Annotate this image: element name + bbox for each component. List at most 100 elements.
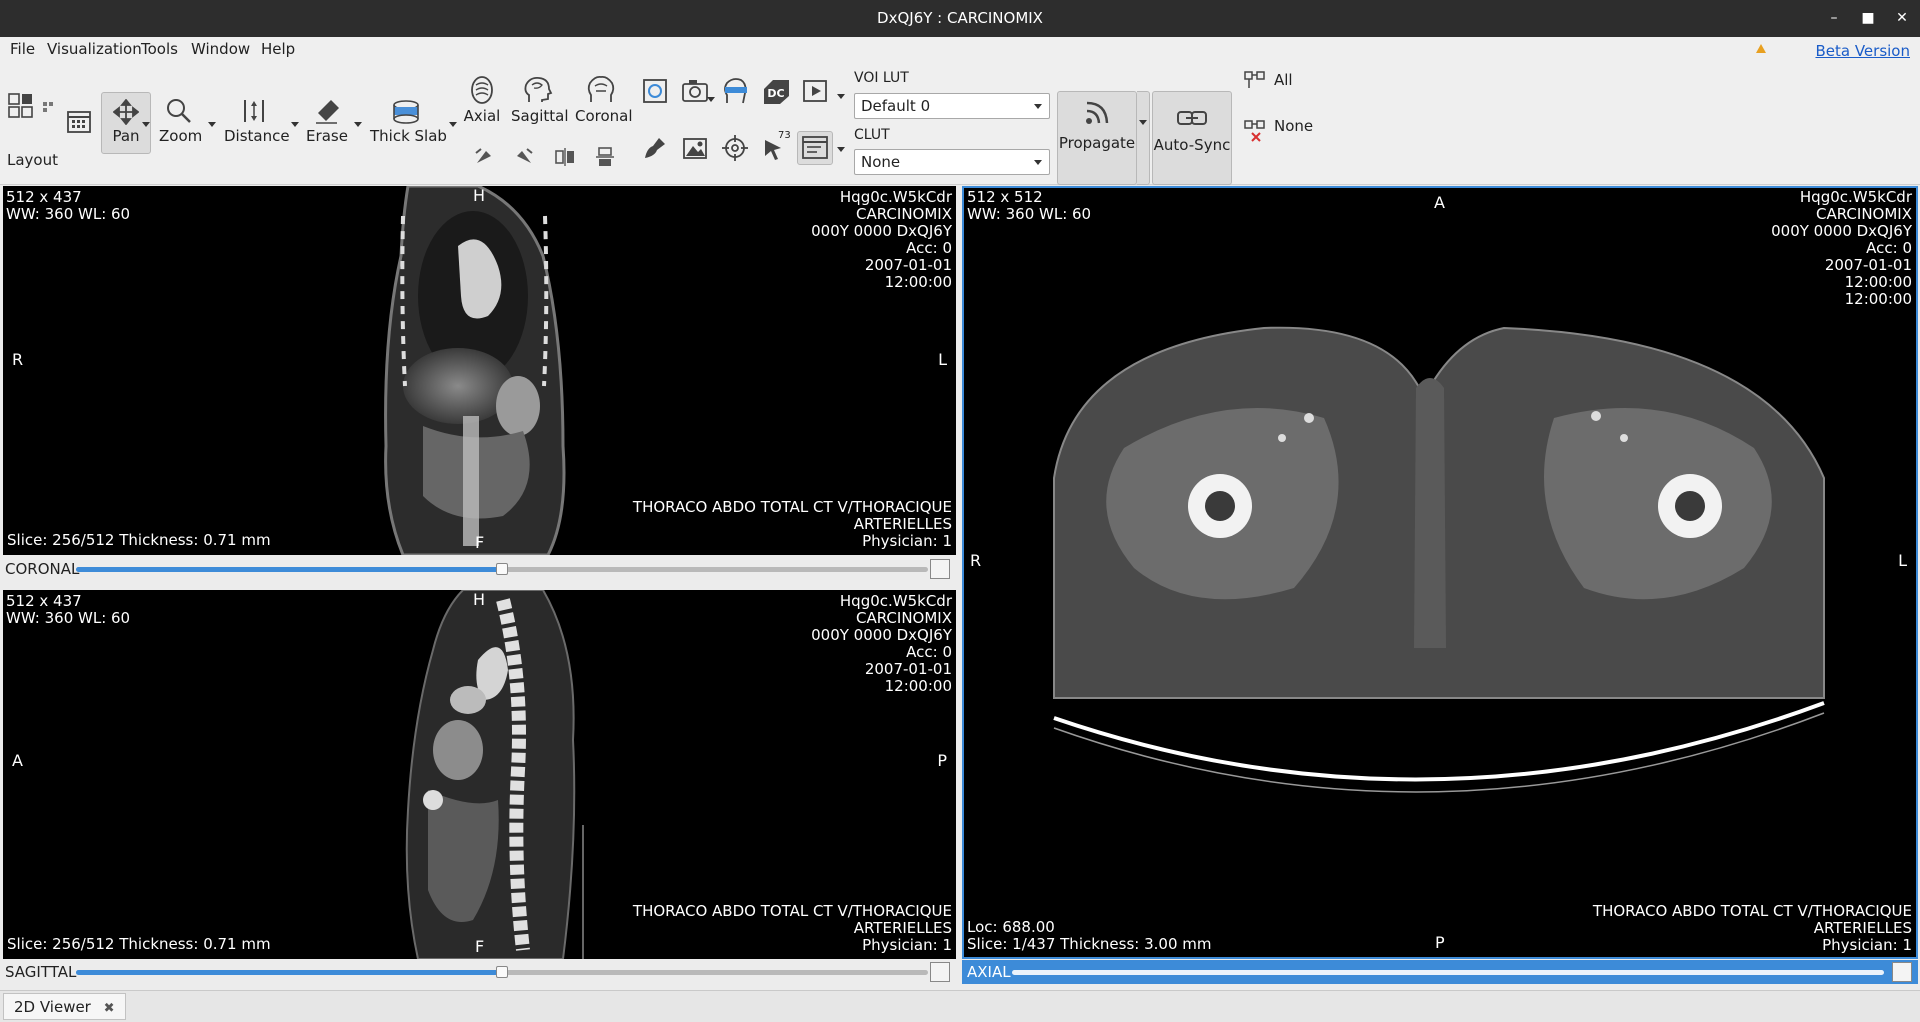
accession: Acc: 0 — [1866, 239, 1912, 257]
sagittal-button[interactable]: Sagittal — [511, 75, 569, 125]
sagittal-expand-icon[interactable] — [930, 962, 950, 982]
axial-bar-label: AXIAL — [967, 963, 1011, 981]
rotate-left-icon[interactable] — [472, 145, 500, 173]
coronal-viewport[interactable]: 512 x 437 WW: 360 WL: 60 Hqg0c.W5kCdr CA… — [3, 186, 956, 555]
pan-label: Pan — [112, 127, 140, 145]
coronal-orient-top: H — [473, 186, 486, 205]
calendar-icon[interactable] — [66, 108, 94, 136]
study-date: 2007-01-01 — [864, 256, 952, 274]
series-description: ARTERIELLES — [853, 515, 952, 533]
coronal-expand-icon[interactable] — [930, 559, 950, 579]
accession: Acc: 0 — [906, 643, 952, 661]
image-export-icon[interactable] — [681, 134, 709, 162]
coronal-orient-left: R — [12, 350, 24, 369]
camera-snapshot-icon[interactable] — [681, 77, 709, 105]
propagate-button[interactable]: Propagate — [1057, 91, 1137, 185]
axial-viewport[interactable]: 512 x 512 WW: 360 WL: 60 Hqg0c.W5kCdr CA… — [962, 186, 1918, 959]
coronal-head-icon — [587, 75, 615, 102]
sagittal-head-icon — [524, 76, 553, 102]
anonymize-head-icon[interactable] — [721, 77, 749, 105]
sync-all-icon[interactable] — [1243, 68, 1267, 92]
layout-grid-icon[interactable] — [8, 93, 36, 121]
thick-slab-button[interactable]: Thick Slab — [370, 97, 447, 145]
voi-lut-arrow-icon — [1034, 104, 1042, 109]
menu-help[interactable]: Help — [261, 40, 295, 58]
erase-button[interactable]: Erase — [306, 97, 348, 145]
beta-version-link[interactable]: Beta Version — [1815, 42, 1910, 60]
study-date: 2007-01-01 — [1824, 256, 1912, 274]
sagittal-slider-thumb[interactable] — [496, 966, 508, 978]
series-description: ARTERIELLES — [853, 919, 952, 937]
patient-age-sex: 000Y 0000 DxQJ6Y — [811, 222, 952, 240]
voi-lut-select[interactable]: Default 0 — [854, 93, 1050, 119]
propagate-dropdown[interactable] — [1137, 91, 1150, 185]
sagittal-bar-label: SAGITTAL — [5, 963, 77, 981]
distance-button[interactable]: Distance — [224, 97, 290, 145]
sync-none-icon[interactable] — [1243, 118, 1267, 144]
brush-icon[interactable] — [641, 134, 669, 162]
distance-dropdown-icon[interactable] — [291, 122, 299, 127]
dicom-badge-icon[interactable]: DC — [761, 77, 789, 105]
menu-visualization[interactable]: Visualization — [47, 40, 142, 58]
minimize-icon[interactable]: – — [1824, 8, 1844, 28]
patient-name: CARCINOMIX — [856, 205, 952, 223]
sagittal-slice-bar: SAGITTAL — [0, 960, 958, 984]
maximize-icon[interactable]: ■ — [1858, 8, 1878, 28]
main-toolbar: Layout Pan Zoom Distance Erase Thick Sla… — [0, 63, 1920, 185]
thick-slab-dropdown-icon[interactable] — [449, 122, 457, 127]
sync-none-label[interactable]: None — [1274, 117, 1313, 135]
study-time: 12:00:00 — [1844, 273, 1912, 291]
menu-window[interactable]: Window — [191, 40, 250, 58]
window-title: DxQJ6Y : CARCINOMIX — [877, 9, 1043, 27]
snapshot-dropdown-icon[interactable] — [707, 97, 715, 102]
voi-lut-label: VOI LUT — [854, 70, 909, 86]
study-description: THORACO ABDO TOTAL CT V/THORACIQUE — [632, 498, 952, 516]
zoom-dropdown-icon[interactable] — [208, 122, 216, 127]
tab-2d-viewer[interactable]: 2D Viewer ✖ — [3, 993, 126, 1020]
sagittal-patient-info: Hqg0c.W5kCdr CARCINOMIX 000Y 0000 DxQJ6Y… — [811, 593, 952, 695]
axial-location: Loc: 688.00 — [967, 918, 1055, 936]
propagate-dropdown-icon — [1139, 120, 1147, 125]
pointer-count-icon[interactable]: 73 — [761, 130, 791, 162]
cine-dropdown-icon[interactable] — [837, 94, 845, 99]
close-icon[interactable]: ✕ — [1892, 8, 1912, 28]
axial-slice-slider[interactable] — [1012, 970, 1884, 975]
axial-button[interactable]: Axial — [463, 75, 501, 125]
reset-view-icon[interactable] — [641, 77, 669, 105]
coronal-slice-info: Slice: 256/512 Thickness: 0.71 mm — [7, 531, 271, 549]
layout-small-icon[interactable] — [42, 99, 54, 112]
sync-all-label[interactable]: All — [1274, 71, 1293, 89]
sagittal-window-level: WW: 360 WL: 60 — [6, 609, 131, 627]
menu-tools[interactable]: Tools — [141, 40, 178, 58]
clut-arrow-icon — [1034, 160, 1042, 165]
crosshair-icon[interactable] — [721, 134, 749, 162]
propagate-signal-icon — [1086, 101, 1109, 124]
coronal-button[interactable]: Coronal — [575, 75, 633, 125]
display-settings-dropdown-icon[interactable] — [837, 147, 845, 152]
rotate-right-icon[interactable] — [512, 145, 540, 173]
erase-dropdown-icon[interactable] — [354, 122, 362, 127]
clut-select[interactable]: None — [854, 149, 1050, 175]
coronal-slider-thumb[interactable] — [496, 563, 508, 575]
flip-horizontal-icon[interactable] — [553, 145, 581, 173]
sagittal-viewport[interactable]: 512 x 437 WW: 360 WL: 60 Hqg0c.W5kCdr CA… — [3, 590, 956, 959]
physician: Physician: 1 — [1822, 936, 1912, 954]
voi-lut-value: Default 0 — [861, 97, 931, 115]
tab-close-icon[interactable]: ✖ — [104, 1001, 115, 1016]
play-cine-icon[interactable] — [801, 77, 829, 105]
axial-slice-bar: AXIAL — [962, 960, 1918, 984]
flip-vertical-icon[interactable] — [593, 145, 621, 173]
axial-expand-icon[interactable] — [1892, 962, 1912, 982]
accession: Acc: 0 — [906, 239, 952, 257]
sagittal-orient-right: P — [937, 751, 947, 770]
autosync-button[interactable]: Auto-Sync — [1152, 91, 1232, 185]
menu-file[interactable]: File — [10, 40, 35, 58]
display-settings-button[interactable] — [797, 131, 833, 165]
axial-orient-top: A — [1434, 193, 1445, 212]
coronal-label: Coronal — [575, 107, 633, 125]
coronal-dims: 512 x 437 — [6, 188, 82, 206]
study-time: 12:00:00 — [884, 273, 952, 291]
zoom-button[interactable]: Zoom — [159, 97, 202, 145]
study-date: 2007-01-01 — [864, 660, 952, 678]
pan-dropdown-icon[interactable] — [142, 122, 150, 127]
